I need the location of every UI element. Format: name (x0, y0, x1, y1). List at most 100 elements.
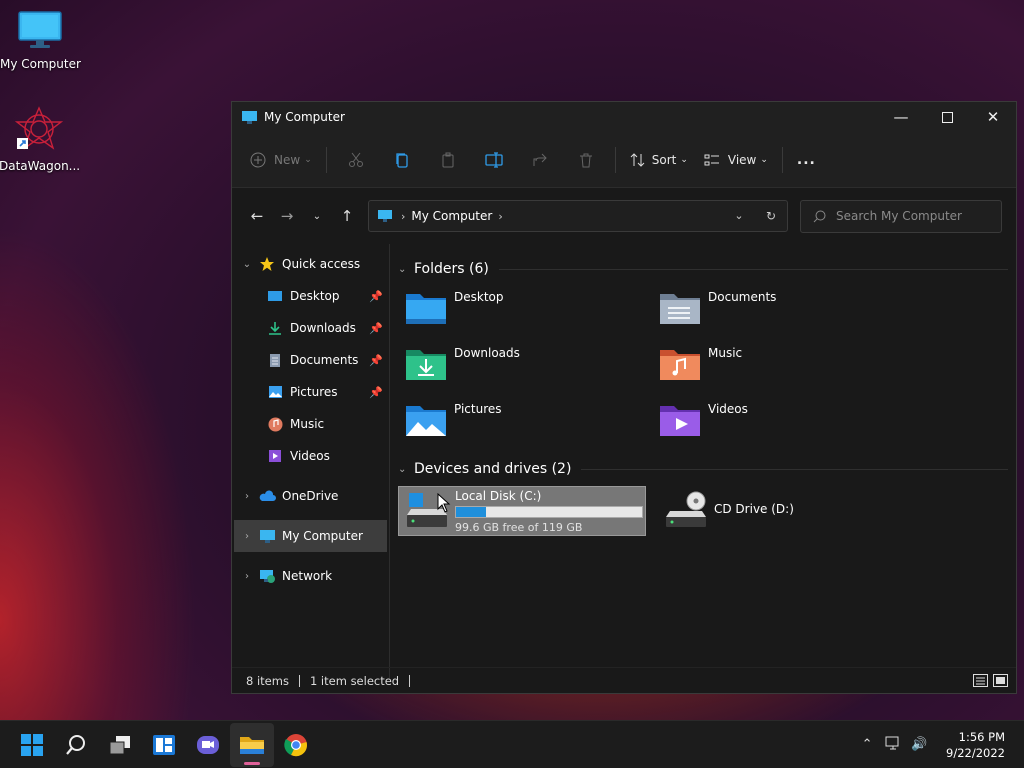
title-bar[interactable]: My Computer — ✕ (232, 102, 1016, 132)
selection-count: 1 item selected (309, 673, 400, 688)
sidebar-item-music[interactable]: Music (232, 408, 389, 440)
sidebar-item-label: Documents (290, 353, 359, 367)
show-hidden-icons-button[interactable]: ⌃ (854, 737, 880, 752)
task-view-button[interactable] (98, 723, 142, 767)
window-title: My Computer (264, 110, 345, 124)
folder-label: Downloads (454, 346, 520, 360)
chat-button[interactable] (186, 723, 230, 767)
details-view-button[interactable] (970, 672, 990, 690)
sidebar-item-downloads[interactable]: Downloads 📌 (232, 312, 389, 344)
chevron-down-icon[interactable]: ⌄ (236, 259, 258, 270)
drive-free-space: 99.6 GB free of 119 GB (455, 520, 583, 534)
breadcrumb-my-computer[interactable]: My Computer (411, 209, 492, 223)
rename-button[interactable] (478, 144, 510, 176)
taskbar: ⌃ 🔊 1:56 PM 9/22/2022 (0, 720, 1024, 768)
close-button[interactable]: ✕ (970, 102, 1016, 132)
videos-folder-icon (660, 406, 700, 436)
maximize-button[interactable] (924, 102, 970, 132)
folder-videos[interactable]: Videos (652, 394, 906, 450)
section-divider (498, 268, 1008, 270)
desktop-icon-my-computer[interactable]: My Computer (0, 10, 81, 71)
view-button[interactable]: View ⌄ (696, 144, 776, 176)
share-icon (533, 153, 547, 166)
explorer-body: ⌄ Quick access Desktop 📌 Downloads 📌 Doc… (232, 244, 1016, 678)
minimize-icon: — (893, 108, 909, 126)
network-status-icon[interactable] (880, 736, 906, 754)
chrome-button[interactable] (274, 723, 318, 767)
sidebar-item-label: Pictures (290, 385, 338, 399)
share-button[interactable] (524, 144, 556, 176)
drive-cd-d[interactable]: CD Drive (D:) (658, 486, 906, 536)
sidebar-item-onedrive[interactable]: › OneDrive (232, 480, 389, 512)
folder-pictures[interactable]: Pictures (398, 394, 652, 450)
sidebar-item-documents[interactable]: Documents 📌 (232, 344, 389, 376)
recent-locations-button[interactable]: ⌄ (302, 201, 332, 231)
sidebar-item-label: Desktop (290, 289, 340, 303)
chevron-right-icon[interactable]: › (236, 571, 258, 582)
document-icon (270, 353, 280, 367)
sort-button[interactable]: Sort ⌄ (622, 144, 696, 176)
paste-button[interactable] (432, 144, 464, 176)
search-box[interactable] (800, 199, 1002, 233)
item-count: 8 items (246, 673, 289, 688)
sidebar-item-network[interactable]: › Network (232, 560, 389, 592)
start-button[interactable] (10, 723, 54, 767)
volume-icon[interactable]: 🔊 (906, 737, 932, 752)
folder-music[interactable]: Music (652, 338, 906, 394)
section-title: Devices and drives (2) (414, 461, 572, 477)
scissors-icon (348, 152, 363, 167)
search-input[interactable] (836, 209, 996, 223)
desktop-icon-datawagon[interactable]: DataWagon... (0, 106, 80, 173)
cloud-icon (259, 490, 276, 501)
copy-icon (396, 152, 408, 168)
pictures-folder-icon (406, 406, 446, 436)
folder-label: Videos (708, 402, 748, 416)
folders-section-header[interactable]: ⌄ Folders (6) (398, 256, 1008, 282)
drive-label: CD Drive (D:) (714, 502, 794, 516)
toolbar-separator (781, 146, 783, 173)
address-bar[interactable]: › My Computer › ⌄ ↻ (368, 200, 788, 232)
monitor-icon (378, 210, 392, 222)
copy-button[interactable] (386, 144, 418, 176)
sidebar-item-pictures[interactable]: Pictures 📌 (232, 376, 389, 408)
new-button[interactable]: New ⌄ (242, 144, 320, 176)
refresh-button[interactable]: ↻ (755, 209, 787, 223)
devices-section-header[interactable]: ⌄ Devices and drives (2) (398, 456, 1008, 482)
delete-button[interactable] (570, 144, 602, 176)
address-dropdown-button[interactable]: ⌄ (723, 209, 755, 223)
back-button[interactable]: ← (242, 201, 272, 231)
clock-date: 9/22/2022 (946, 745, 1005, 760)
cut-button[interactable] (340, 144, 372, 176)
file-explorer-taskbar-button[interactable] (230, 722, 274, 767)
sidebar-item-my-computer[interactable]: › My Computer (234, 520, 387, 552)
sidebar-item-label: My Computer (282, 529, 363, 543)
chevron-right-icon[interactable]: › (236, 531, 258, 542)
forward-button[interactable]: → (272, 201, 302, 231)
folder-desktop[interactable]: Desktop (398, 282, 652, 338)
large-icons-view-button[interactable] (990, 672, 1010, 690)
windows-logo-icon (21, 733, 43, 756)
pin-icon: 📌 (369, 289, 383, 303)
sidebar-item-desktop[interactable]: Desktop 📌 (232, 280, 389, 312)
navigation-pane[interactable]: ⌄ Quick access Desktop 📌 Downloads 📌 Doc… (232, 244, 390, 678)
arrow-left-icon: ← (250, 207, 264, 225)
clock[interactable]: 1:56 PM 9/22/2022 (946, 729, 1005, 761)
new-button-label: New (274, 152, 301, 167)
sidebar-item-quick-access[interactable]: ⌄ Quick access (232, 248, 389, 280)
chevron-right-icon[interactable]: › (236, 491, 258, 502)
widgets-button[interactable] (142, 723, 186, 767)
details-view-icon (972, 674, 988, 687)
chevron-right-icon: › (498, 209, 503, 223)
pin-icon: 📌 (369, 385, 383, 399)
content-pane[interactable]: ⌄ Folders (6) Desktop Documents Download… (390, 244, 1016, 678)
close-icon: ✕ (986, 108, 1000, 126)
minimize-button[interactable]: — (878, 102, 924, 132)
folder-documents[interactable]: Documents (652, 282, 906, 338)
more-options-button[interactable]: ... (789, 144, 824, 176)
up-button[interactable]: ↑ (332, 201, 362, 231)
status-bar: 8 items 1 item selected (232, 667, 1016, 693)
sidebar-item-videos[interactable]: Videos (232, 440, 389, 472)
search-button[interactable] (54, 723, 98, 767)
drive-local-disk-c[interactable]: Local Disk (C:) 99.6 GB free of 119 GB (398, 486, 646, 536)
folder-downloads[interactable]: Downloads (398, 338, 652, 394)
